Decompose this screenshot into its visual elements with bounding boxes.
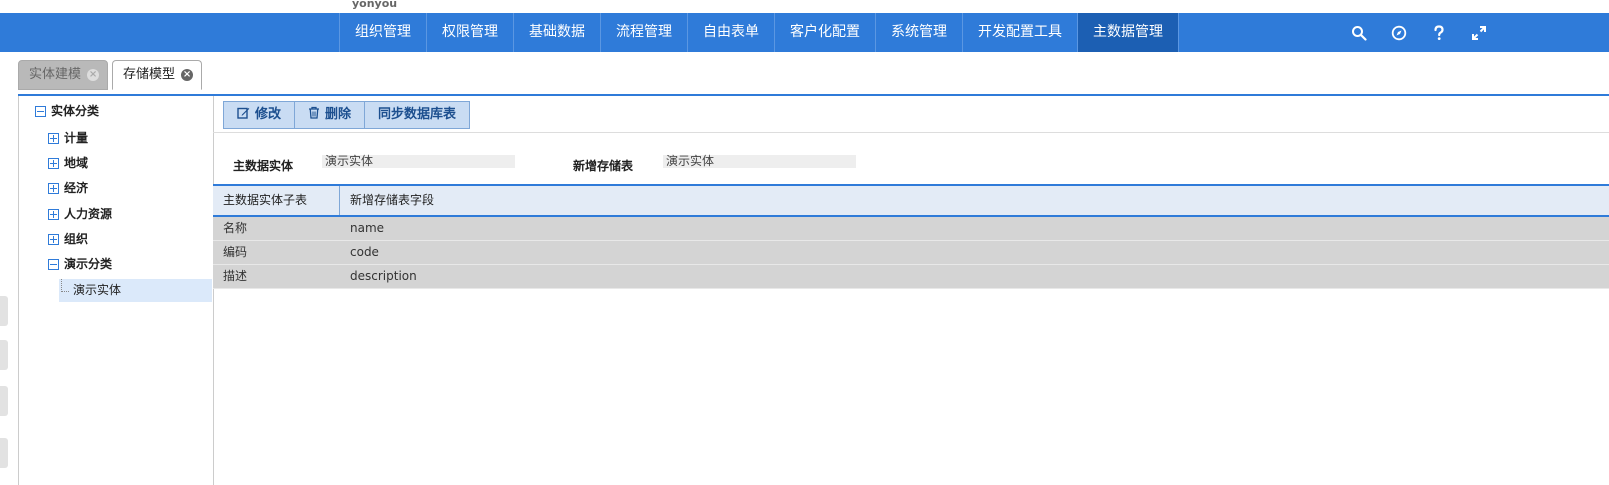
cell-field: code: [350, 245, 379, 259]
fullscreen-icon[interactable]: [1459, 13, 1499, 52]
edit-label: 修改: [255, 107, 282, 122]
cell-field: description: [350, 269, 417, 283]
trash-icon: [308, 102, 320, 128]
page-tabs: 实体建模 × 存储模型 ×: [18, 60, 206, 90]
brand-logo: yonyou: [352, 0, 398, 10]
tree-node-label: 人力资源: [64, 207, 113, 221]
nav-permission-management[interactable]: 权限管理: [426, 13, 513, 52]
tab-label: 实体建模: [29, 67, 82, 82]
nav-label: 主数据管理: [1093, 24, 1163, 40]
action-toolbar: 修改 删除 同步数据库表: [223, 101, 471, 129]
expand-icon[interactable]: [48, 157, 59, 169]
toolbar-divider: [213, 132, 1609, 133]
table-row[interactable]: 编码 code: [213, 241, 1609, 265]
edit-button[interactable]: 修改: [224, 102, 296, 128]
nav-label: 客户化配置: [790, 24, 860, 40]
tab-label: 存储模型: [123, 67, 176, 82]
tree-node-measure[interactable]: 计量: [48, 127, 88, 149]
tree-node-label: 实体分类: [51, 104, 100, 118]
tree-root-node[interactable]: 实体分类: [35, 100, 99, 122]
column-header-subtable[interactable]: 主数据实体子表: [213, 186, 340, 215]
close-icon[interactable]: ×: [87, 69, 100, 81]
nav-process-management[interactable]: 流程管理: [600, 13, 687, 52]
tab-storage-model[interactable]: 存储模型 ×: [112, 60, 203, 90]
nav-customization[interactable]: 客户化配置: [774, 13, 875, 52]
tree-node-label: 演示分类: [64, 257, 113, 271]
edge-handle[interactable]: [0, 438, 8, 468]
grid-header: 主数据实体子表 新增存储表字段: [213, 184, 1609, 217]
collapse-icon[interactable]: [35, 105, 46, 117]
delete-label: 删除: [325, 107, 352, 122]
tree-node-hr[interactable]: 人力资源: [48, 203, 112, 225]
tree-node-label: 组织: [64, 232, 89, 246]
help-icon[interactable]: [1419, 13, 1459, 52]
master-entity-label: 主数据实体: [233, 159, 294, 173]
nav-free-form[interactable]: 自由表单: [687, 13, 774, 52]
sync-db-button[interactable]: 同步数据库表: [365, 102, 469, 128]
tree-node-label: 经济: [64, 181, 89, 195]
column-header-field[interactable]: 新增存储表字段: [340, 186, 434, 215]
top-nav-menu: 组织管理 权限管理 基础数据 流程管理 自由表单 客户化配置 系统管理 开发配置…: [339, 13, 1179, 52]
edge-handle[interactable]: [0, 386, 8, 416]
expand-icon[interactable]: [48, 208, 59, 220]
nav-system-management[interactable]: 系统管理: [875, 13, 962, 52]
tree-node-economy[interactable]: 经济: [48, 177, 88, 199]
sync-label: 同步数据库表: [378, 107, 457, 122]
nav-label: 流程管理: [616, 24, 672, 40]
tree-leaf-demo-entity[interactable]: 演示实体: [59, 279, 212, 302]
nav-label: 自由表单: [703, 24, 759, 40]
cell-subtable: 名称: [223, 221, 248, 235]
close-icon[interactable]: ×: [181, 69, 194, 81]
compass-icon[interactable]: [1379, 13, 1419, 52]
table-row[interactable]: 描述 description: [213, 265, 1609, 289]
expand-icon[interactable]: [48, 233, 59, 245]
tab-underline: [18, 94, 1609, 96]
delete-button[interactable]: 删除: [295, 102, 366, 128]
nav-master-data-management[interactable]: 主数据管理: [1077, 13, 1179, 52]
new-storage-table-field[interactable]: 演示实体: [663, 155, 856, 168]
nav-label: 组织管理: [355, 24, 411, 40]
cell-subtable: 编码: [223, 245, 248, 259]
tree-node-organization[interactable]: 组织: [48, 228, 88, 250]
left-edge-handles: [0, 296, 8, 485]
expand-icon[interactable]: [48, 182, 59, 194]
nav-label: 开发配置工具: [978, 24, 1062, 40]
master-entity-field[interactable]: 演示实体: [322, 155, 515, 168]
tree-node-demo-category[interactable]: 演示分类: [48, 253, 112, 275]
top-navigation-bar: 组织管理 权限管理 基础数据 流程管理 自由表单 客户化配置 系统管理 开发配置…: [0, 13, 1609, 52]
collapse-icon[interactable]: [48, 258, 59, 270]
nav-label: 权限管理: [442, 24, 498, 40]
tab-entity-modeling[interactable]: 实体建模 ×: [18, 60, 109, 90]
new-storage-table-label: 新增存储表: [573, 159, 634, 173]
tree-node-label: 地域: [64, 156, 89, 170]
tree-node-label: 计量: [64, 131, 89, 145]
expand-icon[interactable]: [48, 132, 59, 144]
nav-label: 基础数据: [529, 24, 585, 40]
nav-org-management[interactable]: 组织管理: [339, 13, 426, 52]
nav-label: 系统管理: [891, 24, 947, 40]
nav-dev-config-tools[interactable]: 开发配置工具: [962, 13, 1077, 52]
cell-subtable: 描述: [223, 269, 248, 283]
nav-basic-data[interactable]: 基础数据: [513, 13, 600, 52]
table-row[interactable]: 名称 name: [213, 217, 1609, 241]
edit-icon: [237, 102, 250, 128]
tree-connector: [61, 279, 69, 292]
top-icon-group: [1339, 13, 1499, 52]
cell-field: name: [350, 221, 385, 235]
tree-node-region[interactable]: 地域: [48, 152, 88, 174]
field-mapping-grid: 主数据实体子表 新增存储表字段 名称 name 编码 code 描述 descr…: [213, 184, 1609, 289]
edge-handle[interactable]: [0, 340, 8, 370]
tree-leaf-label: 演示实体: [73, 283, 122, 297]
search-icon[interactable]: [1339, 13, 1379, 52]
edge-handle[interactable]: [0, 296, 8, 326]
